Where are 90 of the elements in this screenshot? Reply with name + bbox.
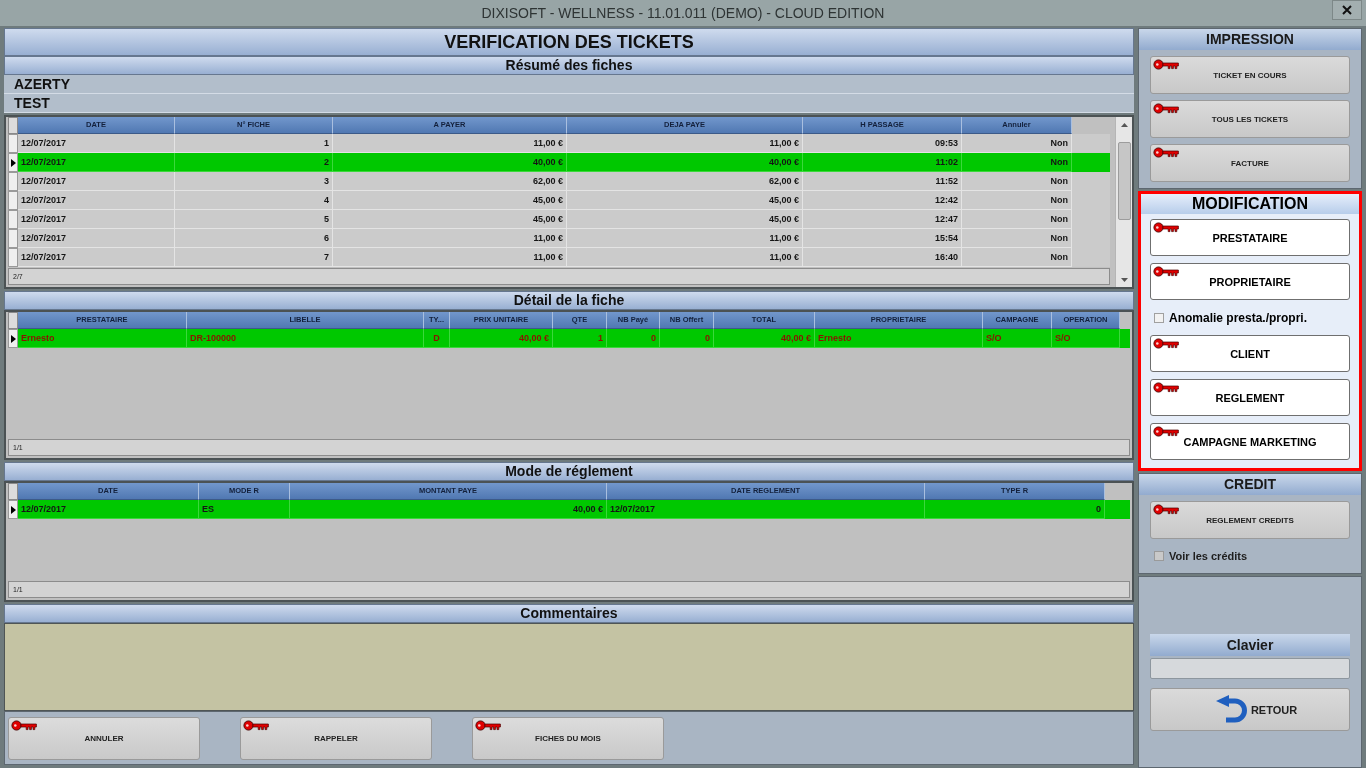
u-turn-arrow-icon — [1214, 694, 1249, 725]
header-corner — [8, 312, 18, 329]
key-icon — [1153, 382, 1179, 393]
row-pointer-icon — [10, 334, 16, 343]
table-row[interactable]: 12/07/2017 4 45,00 € 45,00 € 12:42 Non — [8, 191, 1110, 210]
table-cell: 0 — [660, 329, 714, 348]
section-header: Commentaires — [4, 604, 1134, 623]
return-button[interactable]: RETOUR — [1150, 688, 1350, 731]
row-pointer-icon — [10, 505, 16, 514]
up-arrow-icon[interactable] — [1120, 122, 1128, 127]
header-corner — [8, 117, 18, 134]
table-cell: ES — [199, 500, 290, 519]
table-row[interactable]: 12/07/2017 6 11,00 € 11,00 € 15:54 Non — [8, 229, 1110, 248]
row-pointer-icon — [10, 158, 16, 167]
action-button[interactable]: FACTURE — [1150, 144, 1350, 182]
row-selector[interactable] — [8, 153, 18, 172]
close-button[interactable] — [1332, 0, 1362, 20]
section-header: Détail de la fiche — [4, 291, 1134, 310]
table-cell: S/O — [983, 329, 1052, 348]
table-cell: D — [424, 329, 450, 348]
table-cell: Ernesto — [18, 329, 187, 348]
table-cell: 40,00 € — [714, 329, 815, 348]
key-icon — [243, 719, 269, 731]
page-title: VERIFICATION DES TICKETS — [4, 28, 1134, 56]
table-cell: 7 — [175, 248, 333, 267]
action-button[interactable]: CAMPAGNE MARKETING — [1150, 423, 1350, 460]
down-arrow-icon[interactable] — [1120, 277, 1128, 282]
table-row[interactable]: 12/07/2017 5 45,00 € 45,00 € 12:47 Non — [8, 210, 1110, 229]
checkbox[interactable] — [1154, 551, 1164, 561]
table-cell: 1 — [553, 329, 607, 348]
key-icon — [1153, 266, 1179, 277]
action-button[interactable]: RAPPELER — [240, 716, 432, 760]
key-icon — [11, 719, 37, 731]
table-cell: Ernesto — [815, 329, 983, 348]
table-row[interactable]: 12/07/2017 3 62,00 € 62,00 € 11:52 Non — [8, 172, 1110, 191]
table-cell: 12/07/2017 — [18, 500, 199, 519]
table-cell: 16:40 — [803, 248, 962, 267]
action-button[interactable]: FICHES DU MOIS — [472, 716, 664, 760]
table-row[interactable]: 12/07/2017 1 11,00 € 11,00 € 09:53 Non — [8, 134, 1110, 153]
key-icon — [1153, 59, 1179, 70]
panel-title: IMPRESSION — [1139, 29, 1361, 50]
action-button[interactable]: PROPRIETAIRE — [1150, 263, 1350, 300]
vertical-scrollbar[interactable] — [1115, 117, 1132, 287]
key-icon — [1153, 147, 1179, 158]
section-header: Mode de réglement — [4, 462, 1134, 481]
panel-title: MODIFICATION — [1141, 194, 1359, 214]
key-icon — [1153, 426, 1179, 437]
scrollbar-thumb[interactable] — [1117, 142, 1131, 220]
section-header: Résumé des fiches — [4, 56, 1134, 75]
action-button[interactable]: REGLEMENT — [1150, 379, 1350, 416]
row-selector[interactable] — [8, 329, 18, 348]
table-cell: 12/07/2017 — [607, 500, 925, 519]
table-cell: DR-100000 — [187, 329, 424, 348]
table-row[interactable]: 12/07/2017 2 40,00 € 40,00 € 11:02 Non — [8, 153, 1110, 172]
table-row[interactable]: 12/07/2017 7 11,00 € 11,00 € 16:40 Non — [8, 248, 1110, 267]
table-row[interactable]: 12/07/2017 ES 40,00 € 12/07/2017 0 — [8, 500, 1130, 519]
row-selector[interactable] — [8, 500, 18, 519]
action-button[interactable]: TICKET EN COURS — [1150, 56, 1350, 94]
action-button[interactable]: REGLEMENT CREDITS — [1150, 501, 1350, 539]
close-icon — [1342, 5, 1352, 15]
summary-line: TEST — [4, 94, 1134, 113]
action-button[interactable]: PRESTATAIRE — [1150, 219, 1350, 256]
table-cell: Non — [962, 248, 1072, 267]
table-row[interactable]: Ernesto DR-100000 D 40,00 € 1 0 0 40,00 € Ernesto S/O S/O — [8, 329, 1130, 348]
action-button[interactable]: CLIENT — [1150, 335, 1350, 372]
window-title: DIXISOFT - WELLNESS - 11.01.011 (DEMO) - CLOUD EDITION — [481, 5, 885, 21]
table-cell: 40,00 € — [450, 329, 553, 348]
keyboard-field[interactable] — [1150, 658, 1350, 679]
panel-title: Clavier — [1150, 634, 1350, 656]
table-cell: 11,00 € — [333, 248, 567, 267]
table-cell: S/O — [1052, 329, 1120, 348]
table-cell: 0 — [925, 500, 1105, 519]
table-cell: 12/07/2017 — [18, 248, 175, 267]
table-cell: 11,00 € — [567, 248, 803, 267]
table-cell: 0 — [607, 329, 660, 348]
action-button[interactable]: TOUS LES TICKETS — [1150, 100, 1350, 138]
summary-line: AZERTY — [4, 75, 1134, 94]
checkbox[interactable] — [1154, 312, 1164, 323]
table-cell: 40,00 € — [290, 500, 607, 519]
comments-field[interactable] — [4, 623, 1134, 711]
checkbox-label[interactable]: Voir les crédits — [1169, 550, 1248, 562]
checkbox-label[interactable]: Anomalie presta./propri. — [1169, 310, 1308, 325]
header-corner — [8, 483, 18, 500]
key-icon — [475, 719, 501, 731]
key-icon — [1153, 103, 1179, 114]
panel-title: CREDIT — [1139, 474, 1361, 495]
key-icon — [1153, 222, 1179, 233]
key-icon — [1153, 504, 1179, 515]
key-icon — [1153, 338, 1179, 349]
action-button[interactable]: ANNULER — [8, 716, 200, 760]
